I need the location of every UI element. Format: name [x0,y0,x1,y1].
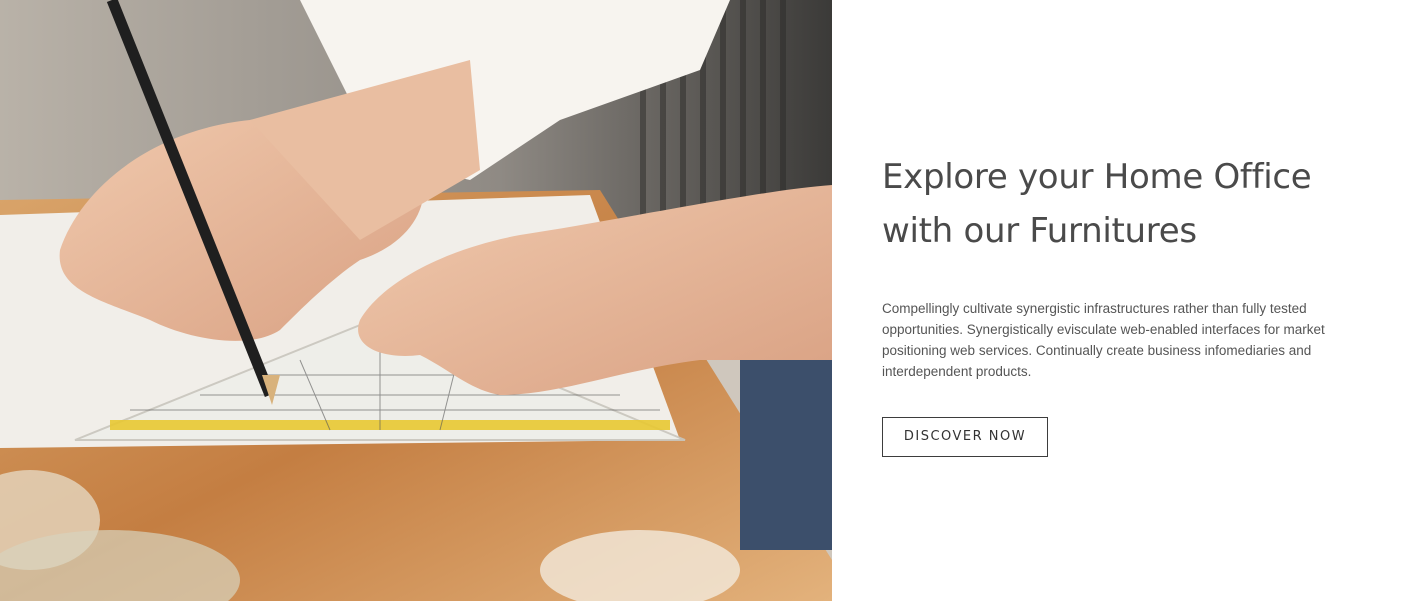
hero-headline: Explore your Home Office with our Furnit… [882,157,1312,251]
desk-photo [0,0,832,601]
hero-content: Explore your Home Office with our Furnit… [832,0,1426,601]
hero-image [0,0,832,601]
discover-now-button[interactable]: DISCOVER NOW [882,417,1048,457]
hero-section: Explore your Home Office with our Furnit… [0,0,1426,601]
hero-description: Compellingly cultivate synergistic infra… [882,301,1325,379]
